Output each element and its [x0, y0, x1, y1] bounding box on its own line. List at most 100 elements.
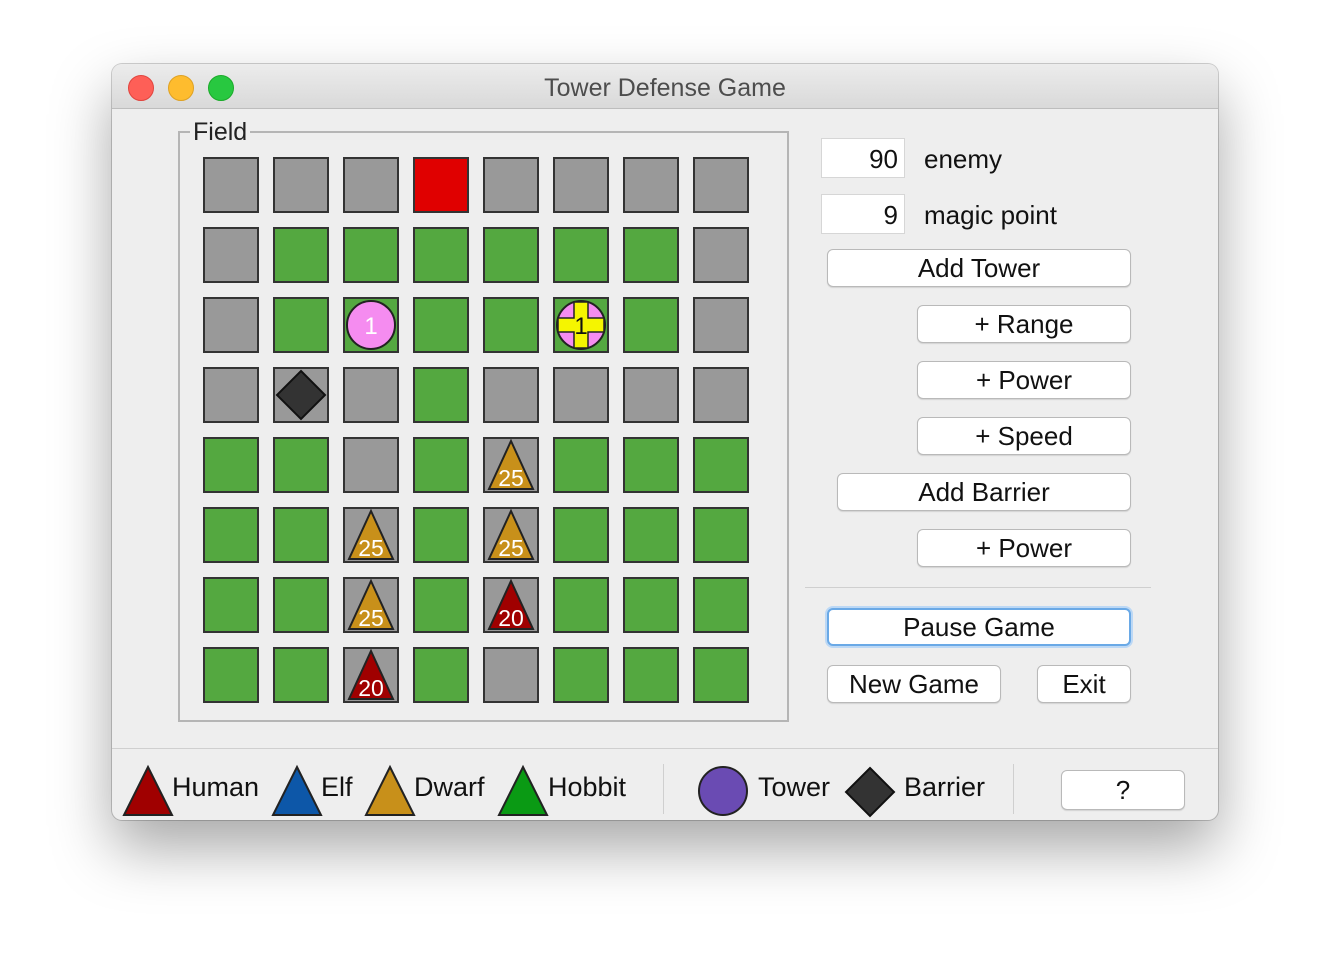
- field-cell-1-3[interactable]: [413, 227, 469, 283]
- field-cell-3-4[interactable]: [483, 367, 539, 423]
- field-cell-4-2[interactable]: [343, 437, 399, 493]
- field-cell-0-5[interactable]: [553, 157, 609, 213]
- enemy-dwarf-4: 25: [347, 509, 395, 561]
- field-cell-4-3[interactable]: [413, 437, 469, 493]
- field-cell-7-4[interactable]: [483, 647, 539, 703]
- field-cell-1-7[interactable]: [693, 227, 749, 283]
- field-cell-6-6[interactable]: [623, 577, 679, 633]
- field-cell-5-4[interactable]: 25: [483, 507, 539, 563]
- legend-elf-label: Elf: [321, 772, 353, 802]
- field-cell-5-7[interactable]: [693, 507, 749, 563]
- field-cell-0-6[interactable]: [623, 157, 679, 213]
- enemy-count-label: enemy: [924, 144, 1003, 174]
- enemy-dwarf-5: 25: [487, 509, 535, 561]
- field-cell-5-0[interactable]: [203, 507, 259, 563]
- field-cell-1-6[interactable]: [623, 227, 679, 283]
- field-cell-7-0[interactable]: [203, 647, 259, 703]
- field-cell-0-4[interactable]: [483, 157, 539, 213]
- field-cell-0-3[interactable]: [413, 157, 469, 213]
- barrier-2: [275, 369, 327, 421]
- field-cell-2-7[interactable]: [693, 297, 749, 353]
- field-cell-6-2[interactable]: 25: [343, 577, 399, 633]
- field-cell-4-0[interactable]: [203, 437, 259, 493]
- field-cell-2-2[interactable]: 1: [343, 297, 399, 353]
- hobbit-triangle-shape: [497, 764, 549, 816]
- legend-divider-right: [1013, 764, 1014, 814]
- field-cell-0-0[interactable]: [203, 157, 259, 213]
- tower-level-label: 1: [364, 313, 377, 340]
- dwarf-triangle-shape: [364, 764, 416, 816]
- title-bar: Tower Defense Game: [112, 64, 1218, 109]
- field-cell-5-3[interactable]: [413, 507, 469, 563]
- field-cell-7-6[interactable]: [623, 647, 679, 703]
- field-cell-6-1[interactable]: [273, 577, 329, 633]
- legend-tower-label: Tower: [758, 772, 831, 802]
- field-cell-2-1[interactable]: [273, 297, 329, 353]
- field-cell-7-7[interactable]: [693, 647, 749, 703]
- field-cell-3-6[interactable]: [623, 367, 679, 423]
- field-cell-3-3[interactable]: [413, 367, 469, 423]
- field-cell-1-5[interactable]: [553, 227, 609, 283]
- field-cell-6-4[interactable]: 20: [483, 577, 539, 633]
- add-tower-button[interactable]: Add Tower: [827, 249, 1131, 287]
- field-cell-7-3[interactable]: [413, 647, 469, 703]
- tower-power-button[interactable]: + Power: [917, 361, 1131, 399]
- tower-circle-icon: [698, 766, 748, 816]
- enemy-human-8: 20: [347, 649, 395, 701]
- tower-speed-button[interactable]: + Speed: [917, 417, 1131, 455]
- field-cell-2-3[interactable]: [413, 297, 469, 353]
- enemy-health-label: 20: [498, 605, 524, 631]
- field-cell-0-2[interactable]: [343, 157, 399, 213]
- field-cell-6-0[interactable]: [203, 577, 259, 633]
- field-cell-5-5[interactable]: [553, 507, 609, 563]
- field-cell-7-2[interactable]: 20: [343, 647, 399, 703]
- legend-barrier-label: Barrier: [904, 772, 986, 802]
- field-label: Field: [190, 118, 251, 147]
- pause-game-button[interactable]: Pause Game: [827, 608, 1131, 646]
- field-cell-2-4[interactable]: [483, 297, 539, 353]
- new-game-button[interactable]: New Game: [827, 665, 1001, 703]
- field-cell-6-5[interactable]: [553, 577, 609, 633]
- field-cell-6-3[interactable]: [413, 577, 469, 633]
- field-cell-3-0[interactable]: [203, 367, 259, 423]
- field-cell-7-1[interactable]: [273, 647, 329, 703]
- field-cell-4-5[interactable]: [553, 437, 609, 493]
- field-cell-6-7[interactable]: [693, 577, 749, 633]
- tower-range-button[interactable]: + Range: [917, 305, 1131, 343]
- field-cell-1-2[interactable]: [343, 227, 399, 283]
- barrier-power-button[interactable]: + Power: [917, 529, 1131, 567]
- tower-circle-shape: [698, 766, 748, 816]
- field-cell-4-1[interactable]: [273, 437, 329, 493]
- field-cell-2-0[interactable]: [203, 297, 259, 353]
- field-cell-1-1[interactable]: [273, 227, 329, 283]
- human-triangle-icon: [122, 764, 174, 816]
- field-cell-2-5[interactable]: 1: [553, 297, 609, 353]
- help-button[interactable]: ?: [1061, 770, 1185, 810]
- legend-hobbit-label: Hobbit: [548, 772, 627, 802]
- field-cell-3-5[interactable]: [553, 367, 609, 423]
- enemy-health-label: 25: [498, 535, 524, 561]
- field-cell-3-2[interactable]: [343, 367, 399, 423]
- field-cell-1-0[interactable]: [203, 227, 259, 283]
- field-cell-1-4[interactable]: [483, 227, 539, 283]
- field-cell-4-4[interactable]: 25: [483, 437, 539, 493]
- dwarf-triangle-icon: [364, 764, 416, 816]
- field-cell-7-5[interactable]: [553, 647, 609, 703]
- field-cell-0-7[interactable]: [693, 157, 749, 213]
- field-cell-5-6[interactable]: [623, 507, 679, 563]
- tower-0: 1: [346, 300, 396, 350]
- field-cell-4-7[interactable]: [693, 437, 749, 493]
- field-cell-3-7[interactable]: [693, 367, 749, 423]
- field-cell-0-1[interactable]: [273, 157, 329, 213]
- field-cell-3-1[interactable]: [273, 367, 329, 423]
- add-barrier-button[interactable]: Add Barrier: [837, 473, 1131, 511]
- field-cell-4-6[interactable]: [623, 437, 679, 493]
- field-cell-5-2[interactable]: 25: [343, 507, 399, 563]
- enemy-health-label: 25: [358, 605, 384, 631]
- game-window: Tower Defense Game Field 90 enemy 9 magi…: [112, 64, 1218, 820]
- field-cell-2-6[interactable]: [623, 297, 679, 353]
- field-cell-5-1[interactable]: [273, 507, 329, 563]
- exit-button[interactable]: Exit: [1037, 665, 1131, 703]
- field-panel: [178, 131, 789, 722]
- tower-level-label: 1: [574, 313, 587, 340]
